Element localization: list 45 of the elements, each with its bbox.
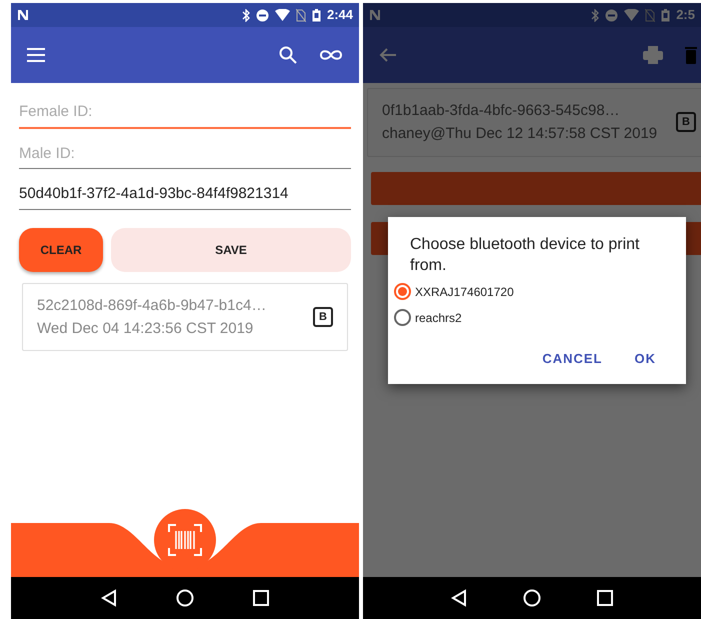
back-icon[interactable] [451, 589, 467, 607]
dialog-title: Choose bluetooth device to print from. [410, 235, 640, 276]
back-arrow-icon[interactable] [379, 47, 397, 63]
record-card[interactable]: 0f1b1aab-3fda-4bfc-9663-545c98… chaney@Thu Dec 12 14:57:58 CST 2019 B [367, 88, 701, 156]
battery-icon [661, 8, 670, 22]
wifi-icon [274, 9, 290, 21]
cancel-button[interactable]: CANCEL [534, 344, 610, 372]
record-card[interactable]: 52c2108d-869f-4a6b-9b47-b1c4… Wed Dec 04 14:23:56 CST 2019 B [22, 282, 348, 351]
barcode-scan-icon [168, 524, 202, 556]
clock-time: 2:44 [326, 6, 353, 24]
home-icon[interactable] [176, 589, 194, 607]
id-field[interactable]: 50d40b1f-37f2-4a1d-93bc-84f4f9821314 [19, 179, 351, 210]
record-timestamp: Wed Dec 04 14:23:56 CST 2019 [37, 318, 254, 339]
radio-button[interactable] [394, 309, 411, 326]
save-button[interactable]: SAVE [111, 228, 351, 272]
bluetooth-icon [591, 8, 600, 22]
do-not-disturb-icon [256, 8, 269, 22]
notification-icon [17, 9, 29, 21]
do-not-disturb-icon [605, 8, 618, 22]
device-option[interactable]: XXRAJ174601720 [415, 282, 514, 301]
back-icon[interactable] [100, 589, 117, 607]
bluetooth-badge: B [313, 306, 333, 327]
clock-time: 2:5 [676, 6, 695, 24]
no-sim-icon [296, 8, 306, 22]
home-icon[interactable] [523, 589, 541, 607]
recents-icon[interactable] [597, 590, 613, 606]
battery-icon [312, 8, 321, 22]
device-option[interactable]: reachrs2 [415, 308, 462, 327]
notification-icon [369, 9, 381, 21]
radio-button[interactable] [394, 283, 411, 300]
search-icon[interactable] [279, 46, 297, 64]
record-id: 0f1b1aab-3fda-4bfc-9663-545c98… [382, 101, 621, 121]
wifi-icon [624, 9, 640, 21]
bluetooth-icon [242, 8, 250, 22]
clear-button[interactable]: CLEAR [19, 228, 103, 272]
record-timestamp: chaney@Thu Dec 12 14:57:58 CST 2019 [382, 124, 658, 144]
female-id-field[interactable]: Female ID: [19, 97, 351, 128]
menu-icon[interactable] [27, 48, 45, 62]
record-id: 52c2108d-869f-4a6b-9b47-b1c4… [37, 296, 268, 316]
no-sim-icon [645, 8, 656, 22]
recents-icon[interactable] [253, 590, 270, 606]
ok-button[interactable]: OK [626, 344, 664, 372]
bluetooth-badge: B [676, 112, 696, 132]
infinity-icon[interactable] [319, 49, 343, 61]
male-id-field[interactable]: Male ID: [19, 138, 351, 169]
